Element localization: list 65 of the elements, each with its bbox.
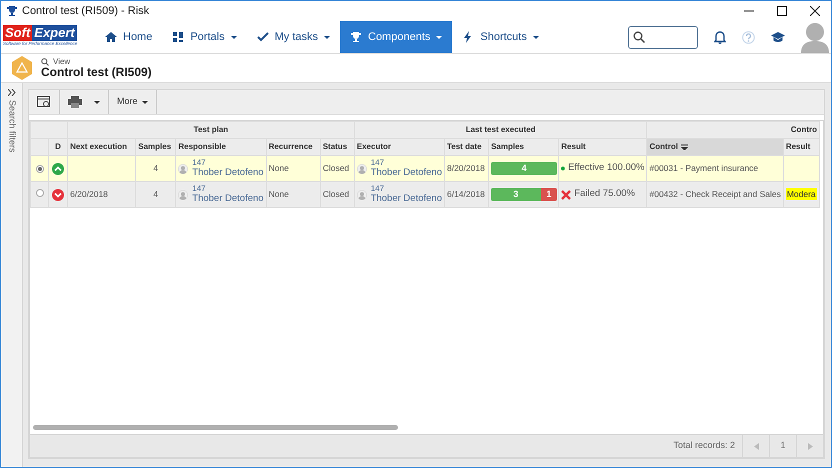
user-name-link[interactable]: Thober Detofeno [370, 167, 442, 179]
triangle-right-icon [808, 442, 812, 450]
menu-tab[interactable]: Components [340, 21, 452, 53]
search-icon [633, 31, 645, 43]
user-code: 147 [370, 158, 386, 167]
column-group-header: Contro [790, 125, 817, 134]
close-icon[interactable] [810, 6, 820, 16]
sample-bar-segment: 1 [540, 188, 558, 201]
grid-icon [172, 31, 184, 43]
row-radio[interactable] [36, 165, 44, 174]
control-cell: #00031 - Payment insurance [649, 163, 758, 174]
column-header[interactable]: Control [649, 142, 678, 151]
menu-tab[interactable]: My tasks [246, 21, 340, 53]
search-icon [41, 58, 49, 66]
total-records: Total records: 2 [673, 439, 736, 452]
date-cell: 8/20/2018 [446, 163, 485, 174]
status-cell: Closed [322, 163, 350, 174]
user-code: 147 [192, 158, 207, 167]
column-group-header: Last test executed [466, 125, 536, 134]
sample-bar-segment: 3 [491, 188, 541, 201]
trophy-icon [350, 31, 362, 43]
window-preview-icon [37, 96, 51, 108]
control-cell: #00432 - Check Receipt and Sales [649, 189, 781, 200]
printer-icon [68, 96, 82, 108]
maximize-icon[interactable] [776, 6, 786, 16]
bell-icon[interactable] [714, 30, 726, 44]
column-header[interactable]: D [55, 142, 61, 151]
user-code: 147 [192, 184, 207, 193]
result-text: Effective 100.00% [568, 161, 644, 176]
user-code: 147 [370, 184, 386, 193]
recurrence-cell: None [268, 189, 289, 200]
graduation-cap-icon[interactable] [771, 32, 785, 42]
horizontal-scrollbar[interactable] [33, 425, 398, 430]
samples-cell: 4 [153, 189, 158, 200]
window-title: Control test (RI509) - Risk [22, 4, 150, 19]
sidebar-label[interactable]: Search filters [4, 100, 18, 153]
recurrence-cell: None [268, 163, 289, 174]
triangle-left-icon [754, 442, 758, 450]
page-title: Control test (RI509) [41, 66, 152, 79]
warning-icon [11, 56, 33, 80]
menu-tab[interactable]: Shortcuts [452, 21, 549, 53]
more-button[interactable]: More [109, 90, 157, 114]
row-radio[interactable] [36, 189, 44, 198]
samples-cell: 4 [153, 163, 158, 174]
result-text: Failed 75.00% [574, 187, 635, 202]
expand-icon[interactable] [8, 89, 16, 96]
sample-bar-segment: 4 [491, 162, 558, 175]
column-group-header: Test plan [194, 125, 228, 134]
search-field[interactable] [628, 26, 698, 48]
date-cell: 6/20/2018 [70, 189, 108, 200]
page-number-button[interactable]: 1 [769, 435, 796, 457]
control-result: Modera [786, 188, 817, 200]
home-icon [105, 31, 117, 43]
user-name-link[interactable]: Thober Detofeno [192, 167, 264, 179]
user-name-link[interactable]: Thober Detofeno [192, 193, 264, 205]
trophy-icon [6, 5, 18, 17]
mode-label: View [53, 57, 70, 66]
menu-tab[interactable]: Home [95, 21, 162, 53]
menu-tab[interactable]: Portals [162, 21, 247, 53]
user-name-link[interactable]: Thober Detofeno [370, 193, 442, 205]
date-cell: 6/14/2018 [446, 189, 485, 200]
status-cell: Closed [322, 189, 350, 200]
sort-descending-icon[interactable] [680, 144, 688, 150]
column-header[interactable]: Result [561, 142, 586, 151]
check-icon [256, 31, 269, 43]
